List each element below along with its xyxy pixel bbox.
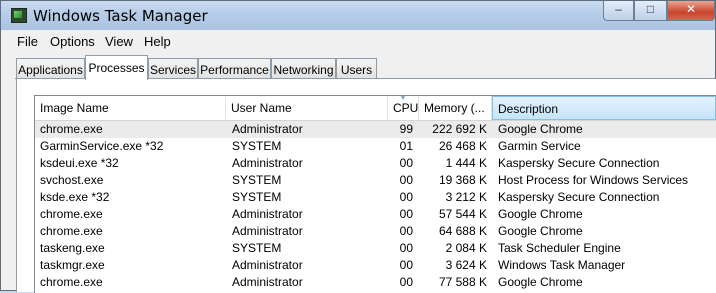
process-user: Administrator [232, 156, 303, 170]
table-row[interactable]: taskmgr.exe Administrator 00 3 624 K Windows… [35, 257, 716, 274]
menu-file[interactable]: File [17, 34, 38, 49]
tab-strip: Applications Processes Services Performa… [1, 52, 715, 80]
process-description: Kaspersky Secure Connection [498, 190, 660, 204]
column-user-name[interactable]: User Name [226, 96, 388, 120]
process-memory: 19 368 K [438, 173, 487, 187]
tab-performance[interactable]: Performance [198, 58, 271, 79]
process-list[interactable]: Image Name User Name ▼ CPU Memory (... D… [34, 95, 716, 293]
column-description[interactable]: Description [492, 96, 716, 120]
column-cpu-label: CPU [393, 101, 419, 115]
table-row[interactable]: ksde.exe *32 SYSTEM 00 3 212 K Kaspersky Sec… [35, 189, 716, 206]
process-user: SYSTEM [232, 173, 282, 187]
process-memory: 1 444 K [445, 156, 487, 170]
process-user: Administrator [232, 224, 303, 238]
process-cpu: 00 [399, 173, 413, 187]
tab-services[interactable]: Services [148, 58, 198, 79]
window-title: Windows Task Manager [33, 7, 208, 25]
process-name: chrome.exe [40, 275, 103, 289]
process-memory: 3 212 K [445, 190, 487, 204]
process-user: Administrator [232, 258, 303, 272]
process-name: chrome.exe [40, 207, 103, 221]
minimize-icon: – [615, 2, 622, 16]
process-name: chrome.exe [40, 224, 103, 238]
process-memory: 77 588 K [438, 275, 487, 289]
process-memory: 26 468 K [438, 139, 487, 153]
tab-processes[interactable]: Processes [85, 55, 148, 80]
close-button[interactable]: ✕ [667, 1, 715, 21]
process-name: svchost.exe [40, 173, 104, 187]
process-cpu: 00 [399, 241, 413, 255]
process-name: chrome.exe [40, 122, 103, 136]
column-cpu[interactable]: ▼ CPU [388, 96, 419, 120]
menu-options[interactable]: Options [50, 34, 95, 49]
process-cpu: 99 [399, 122, 413, 136]
table-row[interactable]: chrome.exe Administrator 00 64 688 K Google … [35, 223, 716, 240]
process-user: Administrator [232, 207, 303, 221]
table-row[interactable]: chrome.exe Administrator 00 77 588 K Google … [35, 274, 716, 291]
title-bar[interactable]: Windows Task Manager – □ ✕ [1, 1, 715, 30]
tab-users[interactable]: Users [336, 58, 377, 79]
process-user: SYSTEM [232, 139, 282, 153]
process-cpu: 01 [399, 139, 413, 153]
task-manager-icon [11, 8, 27, 23]
tab-applications[interactable]: Applications [16, 58, 85, 79]
table-row[interactable]: GarminService.exe *32 SYSTEM 01 26 468 K Gar… [35, 138, 716, 155]
menu-help[interactable]: Help [144, 34, 171, 49]
process-description: Google Chrome [498, 207, 583, 221]
process-memory: 222 692 K [432, 122, 487, 136]
process-memory: 3 624 K [445, 258, 487, 272]
process-cpu: 00 [399, 224, 413, 238]
close-icon: ✕ [685, 2, 697, 16]
task-manager-window: Windows Task Manager – □ ✕ File Options … [0, 0, 716, 293]
process-name: taskmgr.exe [40, 258, 105, 272]
process-description: Windows Task Manager [498, 258, 626, 272]
process-name: ksdeui.exe *32 [40, 156, 119, 170]
process-user: SYSTEM [232, 241, 282, 255]
table-row[interactable]: chrome.exe Administrator 99 222 692 K Google… [35, 121, 716, 138]
process-description: Host Process for Windows Services [498, 173, 689, 187]
process-cpu: 00 [399, 207, 413, 221]
process-description: Google Chrome [498, 275, 583, 289]
process-user: Administrator [232, 122, 303, 136]
process-name: ksde.exe *32 [40, 190, 110, 204]
process-memory: 2 084 K [445, 241, 487, 255]
table-row[interactable]: chrome.exe Administrator 00 57 544 K Google … [35, 206, 716, 223]
process-cpu: 00 [399, 156, 413, 170]
process-description: Google Chrome [498, 122, 583, 136]
process-description: Garmin Service [498, 139, 581, 153]
table-row[interactable]: taskeng.exe SYSTEM 00 2 084 K Task Scheduler… [35, 240, 716, 257]
maximize-icon: □ [646, 2, 655, 16]
process-cpu: 00 [399, 190, 413, 204]
minimize-button[interactable]: – [603, 1, 634, 21]
column-image-name[interactable]: Image Name [35, 96, 226, 120]
process-user: Administrator [232, 275, 303, 289]
process-description: Kaspersky Secure Connection [498, 156, 660, 170]
column-memory[interactable]: Memory (... [419, 96, 492, 120]
process-rows: chrome.exe Administrator 99 222 692 K Google… [35, 121, 716, 291]
process-memory: 57 544 K [438, 207, 487, 221]
menu-view[interactable]: View [105, 34, 133, 49]
maximize-button[interactable]: □ [634, 1, 667, 21]
tab-networking[interactable]: Networking [271, 58, 336, 79]
table-row[interactable]: svchost.exe SYSTEM 00 19 368 K Host Process … [35, 172, 716, 189]
menu-bar: File Options View Help [1, 30, 715, 52]
process-name: GarminService.exe *32 [40, 139, 164, 153]
table-row[interactable]: ksdeui.exe *32 Administrator 00 1 444 K Kasp… [35, 155, 716, 172]
sort-descending-icon: ▼ [399, 95, 407, 102]
process-description: Task Scheduler Engine [498, 241, 621, 255]
process-user: SYSTEM [232, 190, 282, 204]
process-memory: 64 688 K [438, 224, 487, 238]
process-description: Google Chrome [498, 224, 583, 238]
process-name: taskeng.exe [40, 241, 105, 255]
column-header-row: Image Name User Name ▼ CPU Memory (... D… [35, 96, 716, 121]
process-cpu: 00 [399, 275, 413, 289]
process-cpu: 00 [399, 258, 413, 272]
